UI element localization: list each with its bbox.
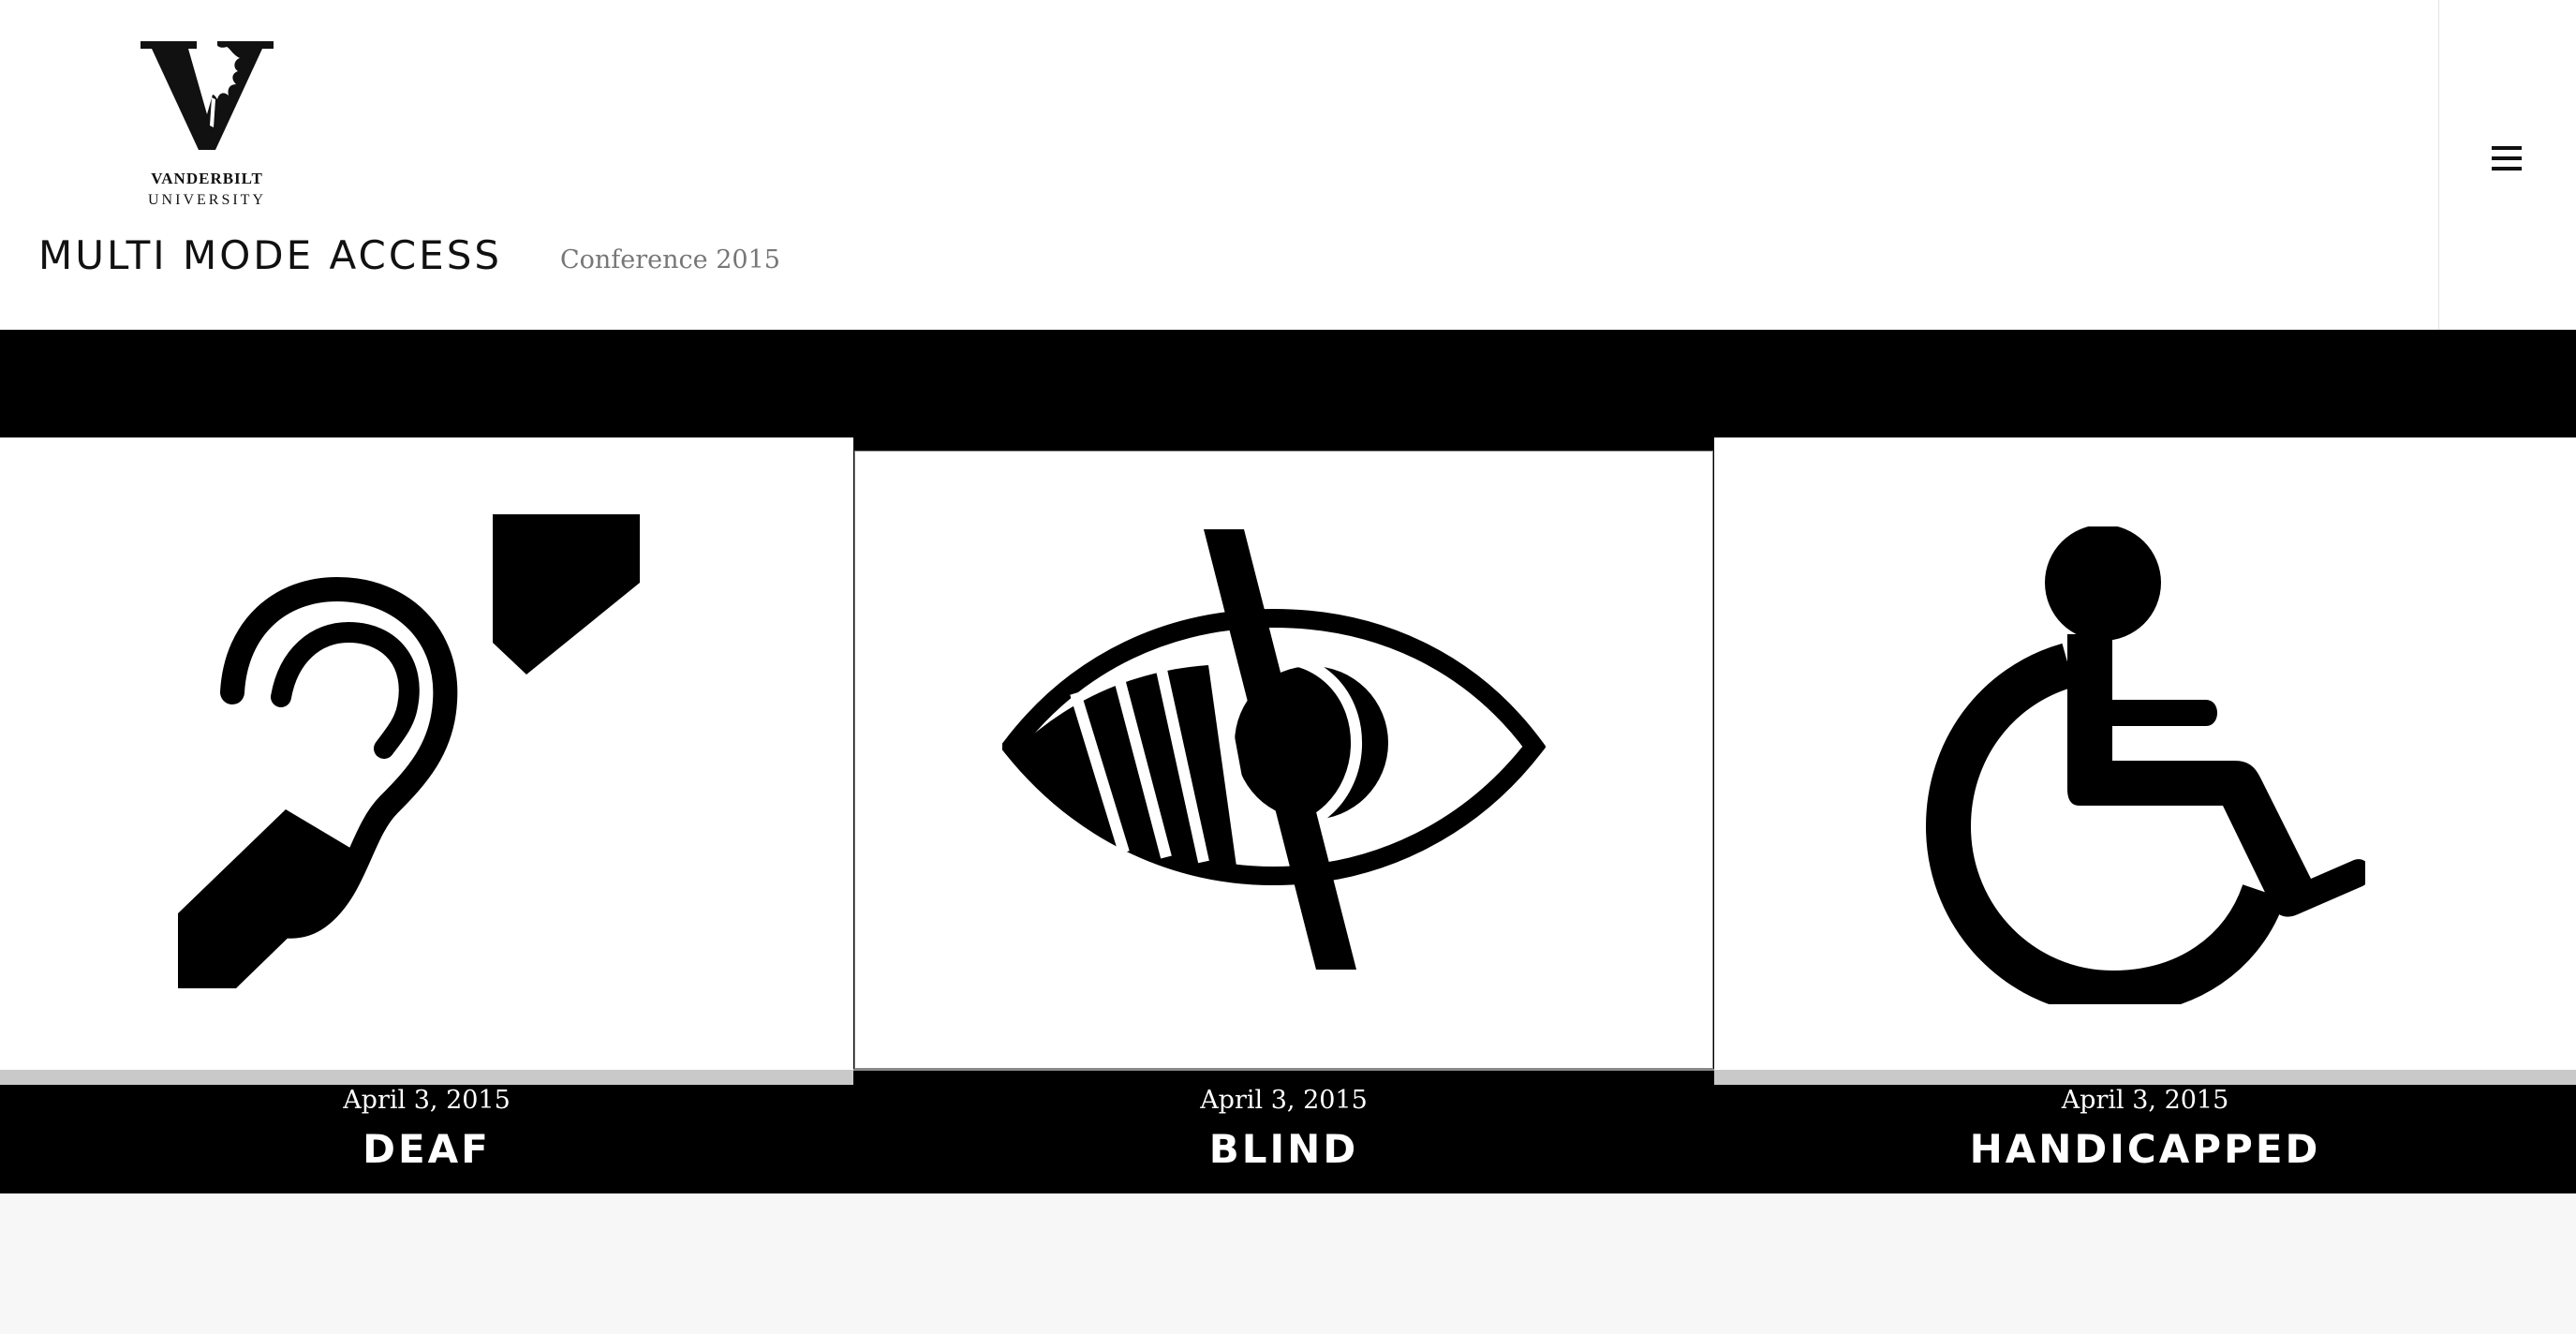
post-date: April 3, 2015 <box>343 1086 511 1115</box>
visually-impaired-icon <box>1002 529 1546 970</box>
post-title[interactable]: DEAF <box>0 1126 853 1172</box>
page-footer-space <box>0 1193 2576 1334</box>
wheelchair-icon <box>1925 526 2365 1004</box>
vanderbilt-logo[interactable]: VANDERBILT UNIVERSITY <box>141 41 274 219</box>
post-date: April 3, 2015 <box>2061 1086 2229 1115</box>
post-thumbnail[interactable] <box>854 451 1713 1069</box>
post-card-deaf[interactable]: April 3, 2015 DEAF <box>0 437 853 1193</box>
post-title[interactable]: HANDICAPPED <box>1714 1126 2576 1172</box>
post-thumbnail[interactable] <box>1714 437 2576 1070</box>
thumbnail-strip <box>853 1069 1714 1071</box>
thumbnail-strip <box>0 1070 853 1085</box>
hamburger-menu-icon[interactable] <box>2492 146 2524 174</box>
site-title[interactable]: MULTI MODE ACCESS <box>38 232 502 278</box>
logo-line-1: VANDERBILT <box>151 170 263 187</box>
post-card-handicapped[interactable]: April 3, 2015 HANDICAPPED <box>1714 437 2576 1193</box>
post-card-blind[interactable]: April 3, 2015 BLIND <box>853 437 1714 1193</box>
vanderbilt-logo-icon <box>141 41 274 150</box>
site-description: Conference 2015 <box>560 245 780 274</box>
logo-line-2: UNIVERSITY <box>148 192 266 208</box>
hearing-impaired-icon <box>178 514 640 988</box>
post-title[interactable]: BLIND <box>853 1126 1714 1172</box>
post-thumbnail[interactable] <box>0 437 853 1070</box>
site-header: VANDERBILT UNIVERSITY MULTI MODE ACCESS … <box>0 0 2439 330</box>
post-date: April 3, 2015 <box>1200 1086 1368 1115</box>
thumbnail-strip <box>1714 1070 2576 1085</box>
